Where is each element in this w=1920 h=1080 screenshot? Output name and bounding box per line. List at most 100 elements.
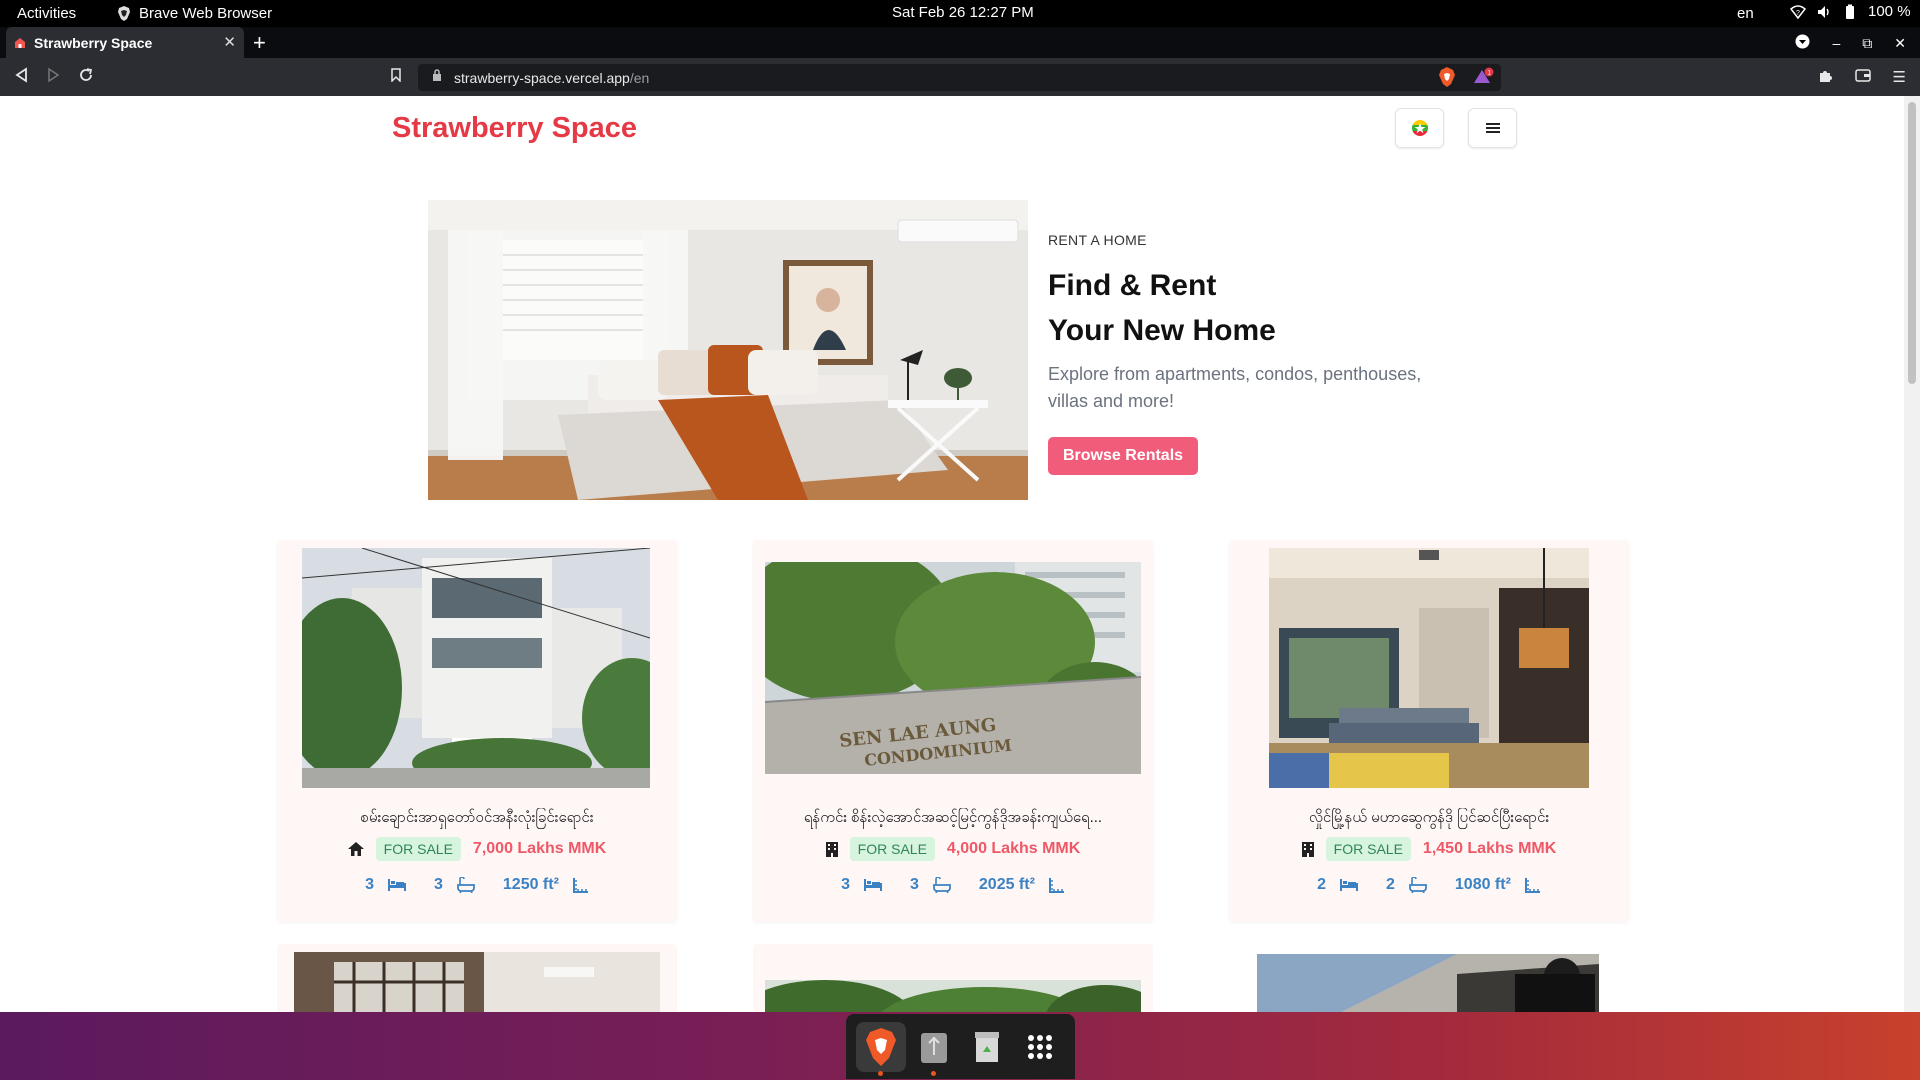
site-logo[interactable]: Strawberry Space (392, 112, 637, 145)
dock-trash[interactable] (962, 1022, 1012, 1072)
listing-card[interactable] (1229, 944, 1629, 1012)
tab-strawberry-space[interactable]: Strawberry Space ✕ (6, 27, 244, 58)
profile-icon[interactable] (1795, 34, 1810, 52)
dock-usb-drive[interactable] (909, 1022, 959, 1076)
close-window-button[interactable]: ✕ (1894, 35, 1906, 52)
forward-button[interactable] (47, 67, 61, 88)
bed-icon (1339, 879, 1358, 891)
bedroom-count: 3 (841, 876, 850, 893)
bathroom-count: 3 (909, 876, 919, 893)
bath-icon (1408, 877, 1427, 893)
listing-photo[interactable] (1257, 954, 1599, 1012)
svg-text:?: ? (1796, 10, 1800, 17)
listing-card[interactable]: SEN LAE AUNG CONDOMINIUM ရန်ကင်း စိန်းလဲ… (753, 540, 1153, 922)
network-icon: ? (1790, 4, 1806, 19)
hero-title: Find & Rent Your New Home (1048, 263, 1448, 353)
house-icon (347, 842, 364, 856)
bookmark-icon[interactable] (390, 68, 402, 85)
bath-icon (932, 877, 951, 893)
new-tab-button[interactable]: + (253, 30, 266, 56)
volume-icon (1818, 5, 1829, 18)
minimize-button[interactable]: ‒ (1832, 35, 1840, 51)
listing-price: 4,000 Lakhs MMK (946, 840, 1081, 857)
wallet-icon[interactable] (1854, 68, 1871, 87)
brave-lion-icon (865, 1027, 896, 1066)
myanmar-flag-icon (1411, 120, 1428, 136)
listing-photo[interactable] (294, 952, 660, 1012)
status-badge: FOR SALE (849, 837, 935, 861)
lock-icon[interactable] (432, 69, 442, 84)
app-grid-icon (1028, 1034, 1053, 1059)
favicon-icon (15, 37, 25, 48)
address-bar[interactable]: strawberry-space.vercel.app/en 1 (391, 64, 1501, 91)
tab-close-icon[interactable]: ✕ (223, 33, 236, 51)
running-indicator (877, 1070, 883, 1076)
ruler-icon (1048, 878, 1064, 893)
menu-icon[interactable]: ☰ (1893, 68, 1906, 87)
listing-card[interactable]: စမ်းချောင်းအာရှတော်ဝင်အနီးလုံးခြင်းရောင်… (277, 540, 677, 922)
ruler-icon (1524, 878, 1540, 893)
keyboard-language[interactable]: en (1737, 5, 1754, 22)
listing-photo[interactable] (753, 980, 1153, 1012)
hero-bedroom-image (428, 200, 1028, 500)
brave-shields-icon[interactable] (1438, 67, 1456, 90)
system-tray[interactable]: ? 100 % (1790, 3, 1911, 20)
window-controls: ‒ ⧉ ✕ (1795, 34, 1906, 52)
brave-rewards-icon[interactable]: 1 (1472, 67, 1496, 90)
running-indicator (930, 1070, 936, 1076)
listing-card[interactable]: လှိုင်မြို့နယ် မဟာဆွေကွန်ဒို ပြင်ဆင်ပြီး… (1229, 540, 1629, 922)
area-size: 1080 ft² (1454, 876, 1511, 893)
dock-show-applications[interactable] (1015, 1022, 1065, 1072)
listing-title[interactable]: လှိုင်မြို့နယ် မဟာဆွေကွန်ဒို ပြင်ဆင်ပြီး… (1229, 808, 1629, 830)
status-badge: FOR SALE (1325, 837, 1411, 861)
browse-rentals-button[interactable]: Browse Rentals (1048, 437, 1199, 475)
clock[interactable]: Sat Feb 26 12:27 PM (892, 4, 1034, 21)
area-size: 1250 ft² (502, 876, 559, 893)
url-host: strawberry-space.vercel.app (454, 70, 630, 86)
app-name: Brave Web Browser (139, 5, 273, 22)
listing-price: 1,450 Lakhs MMK (1422, 840, 1557, 857)
bedroom-count: 2 (1317, 876, 1326, 893)
hero-description: Explore from apartments, condos, penthou… (1048, 364, 1422, 411)
listing-title[interactable]: စမ်းချောင်းအာရှတော်ဝင်အနီးလုံးခြင်းရောင်… (277, 808, 677, 830)
dock-brave-browser[interactable] (855, 1021, 906, 1076)
activities-button[interactable]: Activities (17, 5, 76, 22)
tab-title: Strawberry Space (34, 34, 153, 51)
listing-title[interactable]: ရန်ကင်း စိန်းလဲ့အောင်အဆင့်မြင့်ကွန်ဒိုအခ… (753, 808, 1153, 830)
system-top-bar: Activities Brave Web Browser Sat Feb 26 … (0, 0, 1920, 27)
listing-stats: 3 3 2025 ft² (753, 876, 1153, 894)
hamburger-menu-button[interactable] (1468, 108, 1517, 148)
battery-level: 100 % (1868, 3, 1911, 20)
scrollbar-thumb[interactable] (1908, 102, 1916, 384)
hero-kicker: RENT A HOME (1048, 232, 1147, 248)
status-badge: FOR SALE (375, 837, 461, 861)
listing-price: 7,000 Lakhs MMK (472, 840, 607, 857)
app-menu[interactable]: Brave Web Browser (117, 5, 272, 22)
listing-photo[interactable] (302, 548, 650, 788)
page-scrollbar[interactable] (1904, 96, 1920, 1012)
brave-icon (118, 6, 130, 21)
hamburger-icon (1485, 123, 1500, 133)
url-text: strawberry-space.vercel.app/en (454, 70, 649, 86)
listing-photo[interactable]: SEN LAE AUNG CONDOMINIUM (765, 562, 1141, 774)
reload-button[interactable] (78, 67, 94, 88)
language-switch-button[interactable] (1395, 108, 1444, 148)
maximize-button[interactable]: ⧉ (1862, 35, 1872, 52)
listing-card[interactable] (753, 944, 1153, 1012)
listing-meta: FOR SALE 4,000 Lakhs MMK (753, 837, 1153, 861)
hero-title-line1: Find & Rent (1048, 269, 1217, 302)
page-viewport: Strawberry Space RENT A HOME Find & Rent… (0, 96, 1904, 1012)
listing-stats: 3 3 1250 ft² (277, 876, 677, 894)
listing-meta: FOR SALE 1,450 Lakhs MMK (1229, 837, 1629, 861)
back-button[interactable] (14, 67, 28, 88)
bed-icon (863, 879, 882, 891)
area-size: 2025 ft² (978, 876, 1035, 893)
bed-icon (387, 879, 406, 891)
listing-photo[interactable] (1269, 548, 1589, 788)
listing-card[interactable] (277, 944, 677, 1012)
hero-text: RENT A HOME Find & Rent Your New Home Ex… (1048, 232, 1448, 475)
battery-icon (1846, 4, 1854, 19)
building-icon (825, 841, 838, 857)
listing-meta: FOR SALE 7,000 Lakhs MMK (277, 837, 677, 861)
extensions-icon[interactable] (1818, 68, 1833, 87)
